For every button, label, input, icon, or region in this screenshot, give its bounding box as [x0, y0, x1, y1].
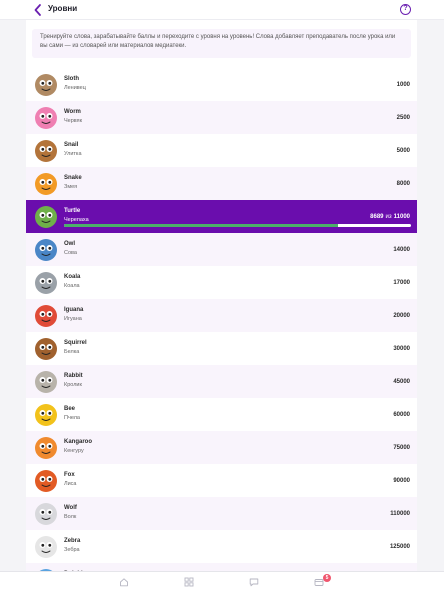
level-row-squirrel[interactable]: Squirrel Белка 30000	[26, 332, 417, 365]
level-row-iguana[interactable]: Iguana Игуана 20000	[26, 299, 417, 332]
squirrel-icon	[33, 336, 59, 362]
snail-icon	[33, 138, 59, 164]
level-points: 2500	[396, 115, 410, 121]
level-row-zebra[interactable]: Zebra Зебра 125000	[26, 530, 417, 563]
level-name: Bee	[64, 406, 76, 412]
level-points: 90000	[393, 478, 410, 484]
level-name-ru: Зебра	[64, 547, 80, 553]
level-progress-bar	[64, 224, 411, 227]
level-name-ru: Игуана	[64, 316, 82, 322]
level-row-sloth[interactable]: Sloth Ленивец 1000	[26, 68, 417, 101]
points-separator: из	[385, 214, 392, 220]
page-title: Уровни	[48, 4, 78, 13]
bottom-nav: 5	[0, 571, 444, 592]
sloth-icon	[33, 72, 59, 98]
level-progress-fill	[64, 224, 339, 227]
top-bar: Уровни ?	[0, 0, 444, 20]
level-name-ru: Ленивец	[64, 85, 86, 91]
level-row-snake[interactable]: Snake Змея 8000	[26, 167, 417, 200]
level-row-snail[interactable]: Snail Улитка 5000	[26, 134, 417, 167]
worm-icon	[33, 105, 59, 131]
current-points: 8689	[370, 214, 384, 220]
levels-list: Sloth Ленивец 1000 Worm Червяк 2500 Snail Улитк…	[26, 68, 417, 572]
level-name-ru: Лиса	[64, 481, 77, 487]
level-name: Kangaroo	[64, 439, 93, 445]
fox-icon	[33, 468, 59, 494]
zebra-icon	[33, 534, 59, 560]
level-points: 125000	[389, 544, 410, 550]
level-name: Owl	[64, 241, 76, 247]
level-points: 17000	[393, 280, 410, 286]
level-row-fox[interactable]: Fox Лиса 90000	[26, 464, 417, 497]
level-name-ru: Коала	[64, 283, 80, 289]
level-points: 60000	[393, 412, 410, 418]
level-row-koala[interactable]: Koala Коала 17000	[26, 266, 417, 299]
kangaroo-icon	[33, 435, 59, 461]
level-name: Snake	[64, 175, 82, 181]
level-name: Zebra	[64, 538, 81, 544]
level-name-ru: Кролик	[64, 382, 82, 388]
level-name: Snail	[64, 142, 79, 148]
turtle-icon	[33, 204, 59, 230]
level-points: 20000	[393, 313, 410, 319]
level-row-turtle[interactable]: Turtle Черепаха 8689 из 11000	[26, 200, 417, 233]
level-points: 5000	[396, 148, 410, 154]
level-name: Squirrel	[64, 340, 87, 346]
level-row-bee[interactable]: Bee Пчела 60000	[26, 398, 417, 431]
level-points: 30000	[393, 346, 410, 352]
chevron-left-icon[interactable]	[32, 3, 44, 17]
level-row-rabbit[interactable]: Rabbit Кролик 45000	[26, 365, 417, 398]
chat-icon[interactable]	[249, 577, 259, 587]
wolf-icon	[33, 501, 59, 527]
level-points: 8000	[396, 181, 410, 187]
target-points: 11000	[393, 214, 410, 220]
grid-icon[interactable]	[184, 577, 194, 587]
level-name: Iguana	[64, 307, 84, 313]
home-icon[interactable]	[119, 577, 129, 587]
owl-icon	[33, 237, 59, 263]
level-name: Rabbit	[64, 373, 83, 379]
intro-text: Тренируйте слова, зарабатывайте баллы и …	[32, 29, 411, 58]
level-points: 110000	[390, 511, 410, 517]
level-name-ru: Кенгуру	[64, 448, 84, 454]
level-name-ru: Червяк	[64, 118, 83, 124]
level-row-owl[interactable]: Owl Сова 14000	[26, 233, 417, 266]
level-name: Fox	[64, 472, 75, 478]
level-name-ru: Белка	[64, 349, 80, 355]
level-name-ru: Сова	[64, 250, 77, 256]
level-name: Worm	[64, 109, 81, 115]
level-name: Wolf	[64, 505, 77, 511]
level-name-ru: Пчела	[64, 415, 80, 421]
level-name-ru: Улитка	[64, 151, 82, 157]
level-name: Sloth	[64, 76, 79, 82]
level-row-kangaroo[interactable]: Kangaroo Кенгуру 75000	[26, 431, 417, 464]
levels-panel: Тренируйте слова, зарабатывайте баллы и …	[26, 20, 417, 572]
level-row-worm[interactable]: Worm Червяк 2500	[26, 101, 417, 134]
level-name-ru: Змея	[64, 184, 78, 190]
level-points: 8689 из 11000	[370, 214, 410, 220]
level-points: 75000	[393, 445, 410, 451]
level-name-ru: Черепаха	[64, 217, 89, 223]
bee-icon	[33, 402, 59, 428]
level-name-ru: Волк	[64, 514, 77, 520]
question-icon[interactable]: ?	[400, 4, 411, 15]
koala-icon	[33, 270, 59, 296]
rabbit-icon	[33, 369, 59, 395]
level-row-wolf[interactable]: Wolf Волк 110000	[26, 497, 417, 530]
notification-badge: 5	[323, 574, 331, 582]
iguana-icon	[33, 303, 59, 329]
level-points: 1000	[396, 82, 410, 88]
level-name: Turtle	[64, 208, 81, 214]
level-name: Koala	[64, 274, 81, 280]
level-points: 45000	[393, 379, 410, 385]
level-points: 14000	[393, 247, 410, 253]
snake-icon	[33, 171, 59, 197]
